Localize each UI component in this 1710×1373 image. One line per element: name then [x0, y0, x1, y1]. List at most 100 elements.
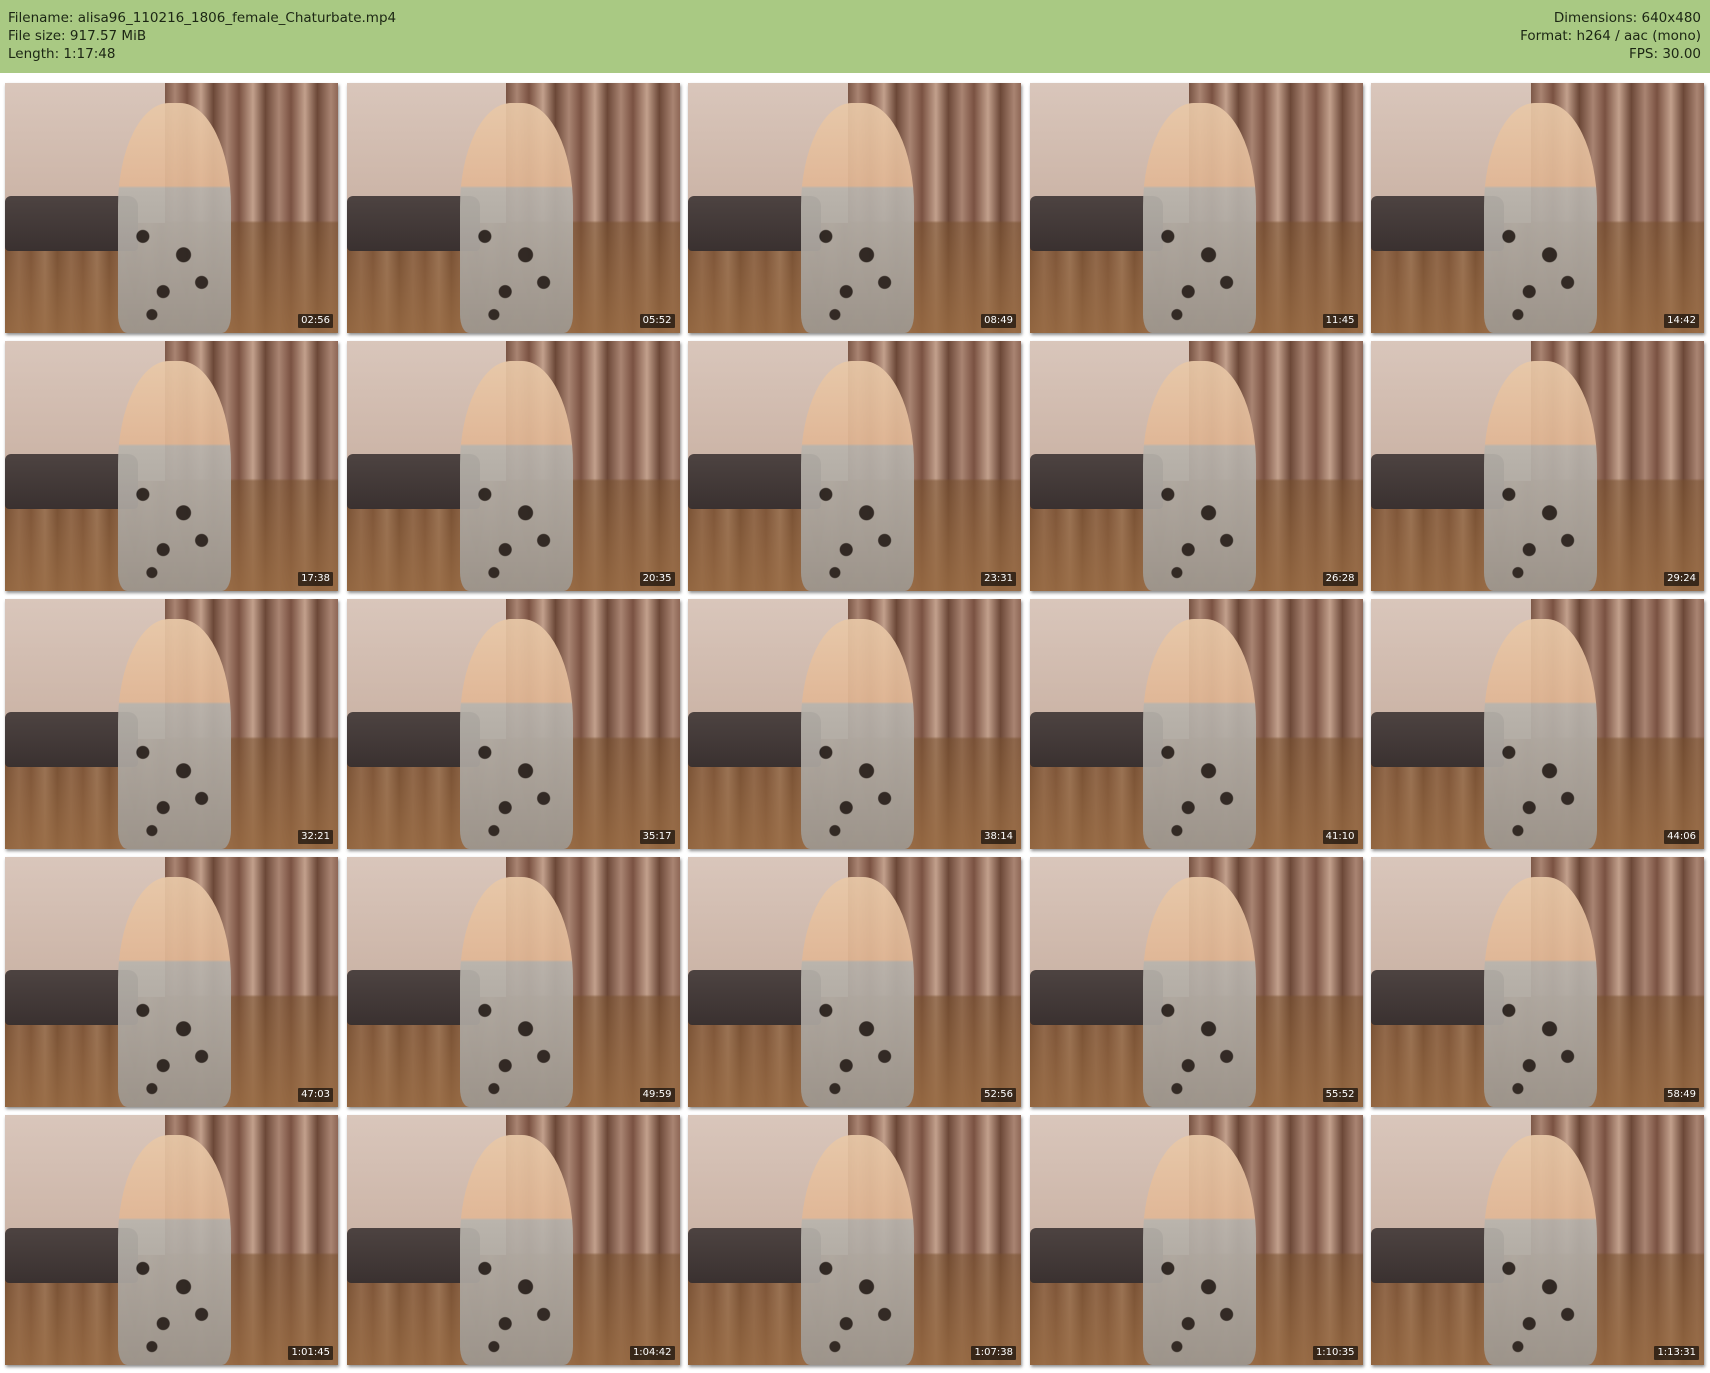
frame-figure-shape	[459, 877, 573, 1107]
file-size-text: File size: 917.57 MiB	[8, 28, 147, 44]
frame-figure-shape	[459, 619, 573, 849]
video-thumbnail: 20:35	[346, 341, 680, 591]
frame-figure-shape	[801, 1135, 915, 1365]
thumbnail-frame-image	[1029, 83, 1363, 333]
thumbnail-frame-image	[346, 341, 680, 591]
video-thumbnail: 02:56	[5, 83, 338, 333]
frame-figure-shape	[1484, 1135, 1598, 1365]
video-thumbnail: 1:04:42	[346, 1115, 680, 1365]
timestamp-label: 41:10	[1322, 830, 1358, 844]
video-thumbnail: 1:13:31	[1371, 1115, 1704, 1365]
frame-figure-shape	[118, 877, 232, 1107]
frame-figure-shape	[801, 103, 915, 333]
thumbnail-frame-image	[1029, 341, 1363, 591]
thumbnail-frame-image	[346, 1115, 680, 1365]
timestamp-label: 1:13:31	[1654, 1346, 1699, 1360]
video-thumbnail: 14:42	[1371, 83, 1704, 333]
dimensions-text: Dimensions: 640x480	[1553, 10, 1701, 26]
timestamp-label: 02:56	[298, 314, 333, 328]
thumbnail-frame-image	[688, 599, 1021, 849]
thumbnail-frame-image	[1371, 857, 1704, 1107]
timestamp-label: 20:35	[639, 572, 675, 586]
frame-figure-shape	[118, 103, 232, 333]
video-thumbnail: 29:24	[1371, 341, 1704, 591]
thumbnail-frame-image	[1371, 341, 1704, 591]
timestamp-label: 26:28	[1322, 572, 1358, 586]
timestamp-label: 55:52	[1322, 1088, 1358, 1102]
video-thumbnail: 41:10	[1029, 599, 1363, 849]
video-thumbnail: 49:59	[346, 857, 680, 1107]
video-thumbnail: 35:17	[346, 599, 680, 849]
video-thumbnail: 44:06	[1371, 599, 1704, 849]
thumbnail-frame-image	[346, 83, 680, 333]
video-thumbnail: 1:01:45	[5, 1115, 338, 1365]
video-thumbnail: 23:31	[688, 341, 1021, 591]
frame-figure-shape	[801, 877, 915, 1107]
file-info: Filename: alisa96_110216_1806_female_Cha…	[8, 9, 396, 63]
timestamp-label: 23:31	[981, 572, 1016, 586]
video-thumbnail: 32:21	[5, 599, 338, 849]
timestamp-label: 47:03	[298, 1088, 333, 1102]
thumbnail-frame-image	[1371, 83, 1704, 333]
thumbnail-frame-image	[5, 857, 338, 1107]
frame-figure-shape	[459, 103, 573, 333]
frame-figure-shape	[459, 361, 573, 591]
length-text: Length: 1:17:48	[8, 46, 116, 62]
timestamp-label: 05:52	[639, 314, 675, 328]
video-thumbnail: 1:07:38	[688, 1115, 1021, 1365]
timestamp-label: 38:14	[981, 830, 1016, 844]
video-thumbnail: 58:49	[1371, 857, 1704, 1107]
thumbnail-frame-image	[1029, 857, 1363, 1107]
timestamp-label: 17:38	[298, 572, 333, 586]
frame-figure-shape	[459, 1135, 573, 1365]
frame-figure-shape	[1484, 361, 1598, 591]
thumbnail-frame-image	[1029, 1115, 1363, 1365]
frame-figure-shape	[1142, 361, 1256, 591]
timestamp-label: 49:59	[639, 1088, 675, 1102]
thumbnail-frame-image	[346, 599, 680, 849]
frame-figure-shape	[801, 361, 915, 591]
thumbnail-frame-image	[1371, 1115, 1704, 1365]
thumbnail-frame-image	[5, 341, 338, 591]
video-thumbnail: 26:28	[1029, 341, 1363, 591]
fps-text: FPS: 30.00	[1629, 46, 1701, 62]
timestamp-label: 35:17	[639, 830, 675, 844]
video-thumbnail: 05:52	[346, 83, 680, 333]
frame-figure-shape	[1484, 877, 1598, 1107]
frame-figure-shape	[118, 619, 232, 849]
thumbnail-grid: 02:56 05:52 08:49 11:45 14:42 17:38 20:35 23:31…	[5, 83, 1705, 1365]
media-info: Dimensions: 640x480 Format: h264 / aac (…	[1520, 9, 1701, 63]
timestamp-label: 11:45	[1322, 314, 1358, 328]
timestamp-label: 1:10:35	[1312, 1346, 1358, 1360]
timestamp-label: 08:49	[981, 314, 1016, 328]
thumbnail-frame-image	[5, 599, 338, 849]
frame-figure-shape	[1142, 1135, 1256, 1365]
thumbnail-frame-image	[1029, 599, 1363, 849]
thumbnail-frame-image	[688, 1115, 1021, 1365]
timestamp-label: 1:07:38	[971, 1346, 1016, 1360]
thumbnail-frame-image	[688, 857, 1021, 1107]
video-thumbnail: 55:52	[1029, 857, 1363, 1107]
frame-figure-shape	[1484, 619, 1598, 849]
frame-figure-shape	[801, 619, 915, 849]
info-header: Filename: alisa96_110216_1806_female_Cha…	[0, 0, 1710, 73]
thumbnail-frame-image	[5, 83, 338, 333]
thumbnail-frame-image	[346, 857, 680, 1107]
video-thumbnail: 1:10:35	[1029, 1115, 1363, 1365]
timestamp-label: 1:04:42	[629, 1346, 675, 1360]
thumbnail-frame-image	[688, 83, 1021, 333]
frame-figure-shape	[1484, 103, 1598, 333]
timestamp-label: 44:06	[1664, 830, 1699, 844]
thumbnail-frame-image	[1371, 599, 1704, 849]
video-thumbnail: 52:56	[688, 857, 1021, 1107]
timestamp-label: 29:24	[1664, 572, 1699, 586]
timestamp-label: 32:21	[298, 830, 333, 844]
video-thumbnail: 11:45	[1029, 83, 1363, 333]
filename-text: Filename: alisa96_110216_1806_female_Cha…	[8, 10, 397, 26]
video-thumbnail: 47:03	[5, 857, 338, 1107]
thumbnail-frame-image	[688, 341, 1021, 591]
frame-figure-shape	[118, 361, 232, 591]
video-thumbnail: 17:38	[5, 341, 338, 591]
video-thumbnail: 08:49	[688, 83, 1021, 333]
thumbnail-frame-image	[5, 1115, 338, 1365]
